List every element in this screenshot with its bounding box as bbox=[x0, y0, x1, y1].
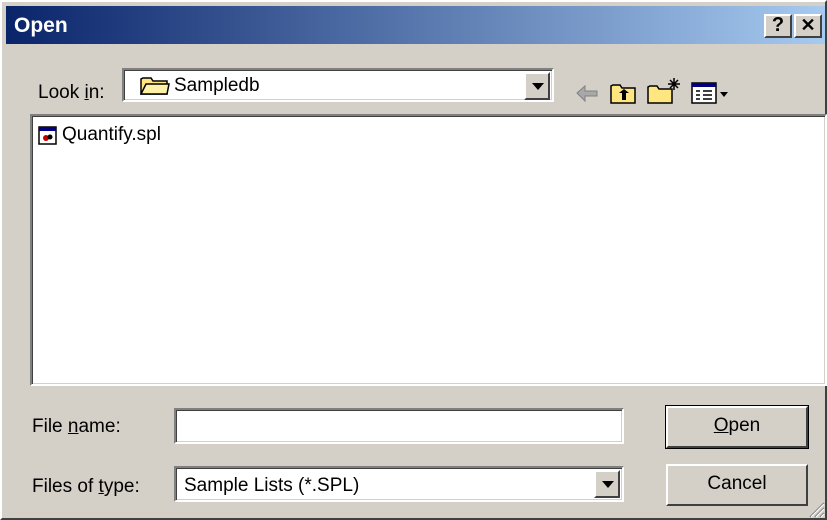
file-type-combobox[interactable]: Sample Lists (*.SPL) bbox=[174, 466, 624, 502]
file-type-dropdown-button[interactable] bbox=[594, 470, 620, 498]
file-name-input[interactable] bbox=[174, 408, 624, 444]
view-menu-icon[interactable] bbox=[690, 78, 730, 108]
open-dialog: Open ? ✕ Look in: Sampledb Quantify.spl … bbox=[0, 0, 827, 520]
look-in-label: Look in: bbox=[38, 82, 105, 103]
help-button[interactable]: ? bbox=[764, 14, 792, 38]
file-type-label: Files of type: bbox=[32, 476, 140, 497]
back-arrow-icon[interactable] bbox=[574, 79, 600, 109]
close-button[interactable]: ✕ bbox=[794, 14, 822, 38]
new-folder-icon[interactable] bbox=[646, 76, 682, 106]
up-folder-icon[interactable] bbox=[609, 78, 637, 108]
open-button[interactable]: Open bbox=[665, 405, 809, 449]
spl-file-icon bbox=[38, 126, 57, 145]
file-name: Quantify.spl bbox=[62, 124, 161, 145]
cancel-button[interactable]: Cancel bbox=[666, 464, 808, 506]
open-button-mnemonic: O bbox=[713, 415, 729, 436]
file-name-label: File name: bbox=[32, 416, 121, 437]
window-title: Open bbox=[14, 14, 68, 37]
look-in-value: Sampledb bbox=[174, 75, 260, 96]
file-type-value: Sample Lists (*.SPL) bbox=[184, 475, 360, 496]
open-button-label: pen bbox=[728, 415, 761, 436]
folder-icon bbox=[140, 77, 170, 95]
look-in-combobox[interactable]: Sampledb bbox=[122, 68, 554, 102]
look-in-dropdown-button[interactable] bbox=[524, 72, 550, 100]
resize-grip[interactable] bbox=[807, 500, 825, 518]
title-bar[interactable]: Open ? ✕ bbox=[6, 6, 825, 44]
file-list[interactable]: Quantify.spl bbox=[30, 114, 827, 386]
